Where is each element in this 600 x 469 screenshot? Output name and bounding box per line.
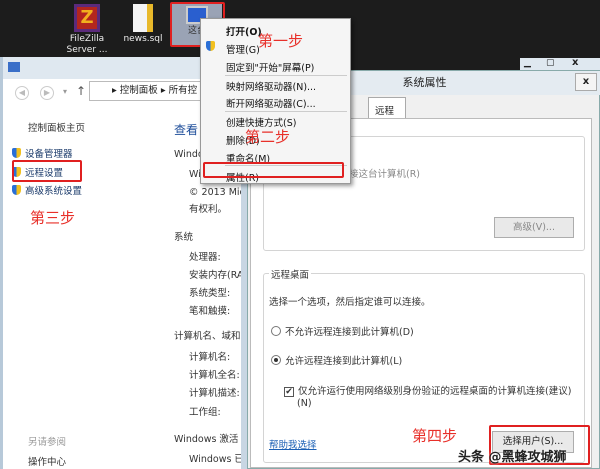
forward-button[interactable]: ▶	[40, 86, 54, 100]
step2-label: 第二步	[245, 128, 291, 146]
sidebar-item-advanced-settings[interactable]: 高级系统设置	[12, 183, 82, 197]
up-arrow-icon[interactable]: ↑	[76, 84, 86, 98]
sql-file-icon	[133, 4, 153, 32]
advanced-button[interactable]: 高级(V)...	[494, 217, 574, 238]
full-name-label: 计算机全名:	[189, 370, 240, 381]
dialog-close-button[interactable]: x	[575, 73, 597, 91]
shield-icon	[12, 185, 21, 195]
remote-assistance-checkbox[interactable]: 接这台计算机(R)	[349, 166, 420, 180]
pen-touch-label: 笔和触摸:	[189, 306, 231, 317]
system-section-heading: 系统	[174, 232, 194, 243]
computer-icon	[8, 62, 20, 72]
nla-accelerator: (N)	[297, 398, 312, 409]
desktop-icon-news-sql[interactable]: news.sql	[118, 4, 168, 45]
step3-label: 第三步	[30, 209, 76, 227]
shield-icon	[206, 41, 219, 53]
dialog-title: 系统属性	[402, 76, 447, 89]
menu-item-disconnect-drive[interactable]: 断开网络驱动器(C)...	[226, 96, 316, 110]
menu-separator	[225, 111, 347, 112]
window-controls: ▁ ▢ x	[520, 57, 600, 70]
sidebar-home-link[interactable]: 控制面板主页	[28, 120, 85, 134]
step4-label: 第四步	[412, 427, 458, 445]
description-label: 计算机描述:	[189, 388, 240, 399]
tab-remote[interactable]: 远程	[368, 97, 406, 119]
see-also-label: 另请参阅	[28, 437, 67, 448]
help-me-choose-link[interactable]: 帮助我选择	[269, 437, 317, 451]
system-type-label: 系统类型:	[189, 288, 231, 299]
breadcrumb-all-items[interactable]: 所有控	[169, 85, 198, 96]
rights-text: 有权利。	[189, 204, 228, 215]
desktop-icon-filezilla[interactable]: Z FileZilla Server ...	[62, 4, 112, 56]
step3-highlight	[12, 160, 82, 182]
recent-dropdown-icon[interactable]: ▾	[63, 87, 67, 96]
remote-desktop-instruction: 选择一个选项，然后指定谁可以连接。	[269, 297, 431, 308]
sidebar-item-device-manager[interactable]: 设备管理器	[12, 146, 73, 160]
processor-label: 处理器:	[189, 252, 221, 263]
nla-checkbox[interactable]: ✔ 仅允许运行使用网络级别身份验证的远程桌面的计算机连接(建议)	[284, 383, 571, 397]
computer-name-label: 计算机名:	[189, 352, 231, 363]
shield-icon	[12, 148, 21, 158]
step1-label: 第一步	[258, 32, 304, 50]
activation-status: Windows 已	[189, 454, 244, 465]
menu-item-map-drive[interactable]: 映射网络驱动器(N)...	[226, 79, 316, 93]
menu-item-manage[interactable]: 管理(G)	[226, 42, 260, 56]
radio-allow-remote[interactable]: 允许远程连接到此计算机(L)	[271, 353, 402, 367]
minimize-button[interactable]: ▁	[524, 58, 531, 68]
computer-name-section-heading: 计算机名、域和工	[174, 331, 251, 342]
action-center-link[interactable]: 操作中心	[28, 454, 66, 468]
menu-separator	[225, 75, 347, 76]
activation-heading: Windows 激活	[174, 434, 239, 445]
maximize-button[interactable]: ▢	[546, 58, 555, 68]
copyright-text: © 2013 Mic	[189, 187, 245, 198]
step2-highlight	[203, 162, 344, 178]
watermark: 头条 @黑蜂攻城狮	[458, 450, 567, 465]
radio-deny-remote[interactable]: 不允许远程连接到此计算机(D)	[271, 324, 414, 338]
close-window-button[interactable]: x	[572, 57, 578, 68]
remote-desktop-heading: 远程桌面	[269, 267, 312, 281]
breadcrumb-control-panel[interactable]: 控制面板	[120, 85, 158, 96]
page-heading: 查看	[174, 123, 199, 137]
ram-label: 安装内存(RA	[189, 270, 244, 281]
filezilla-icon: Z	[74, 4, 100, 32]
menu-item-pin-start[interactable]: 固定到"开始"屏幕(P)	[226, 60, 314, 74]
menu-item-open[interactable]: 打开(O)	[226, 24, 262, 38]
back-button[interactable]: ◀	[15, 86, 29, 100]
workgroup-label: 工作组:	[189, 407, 221, 418]
